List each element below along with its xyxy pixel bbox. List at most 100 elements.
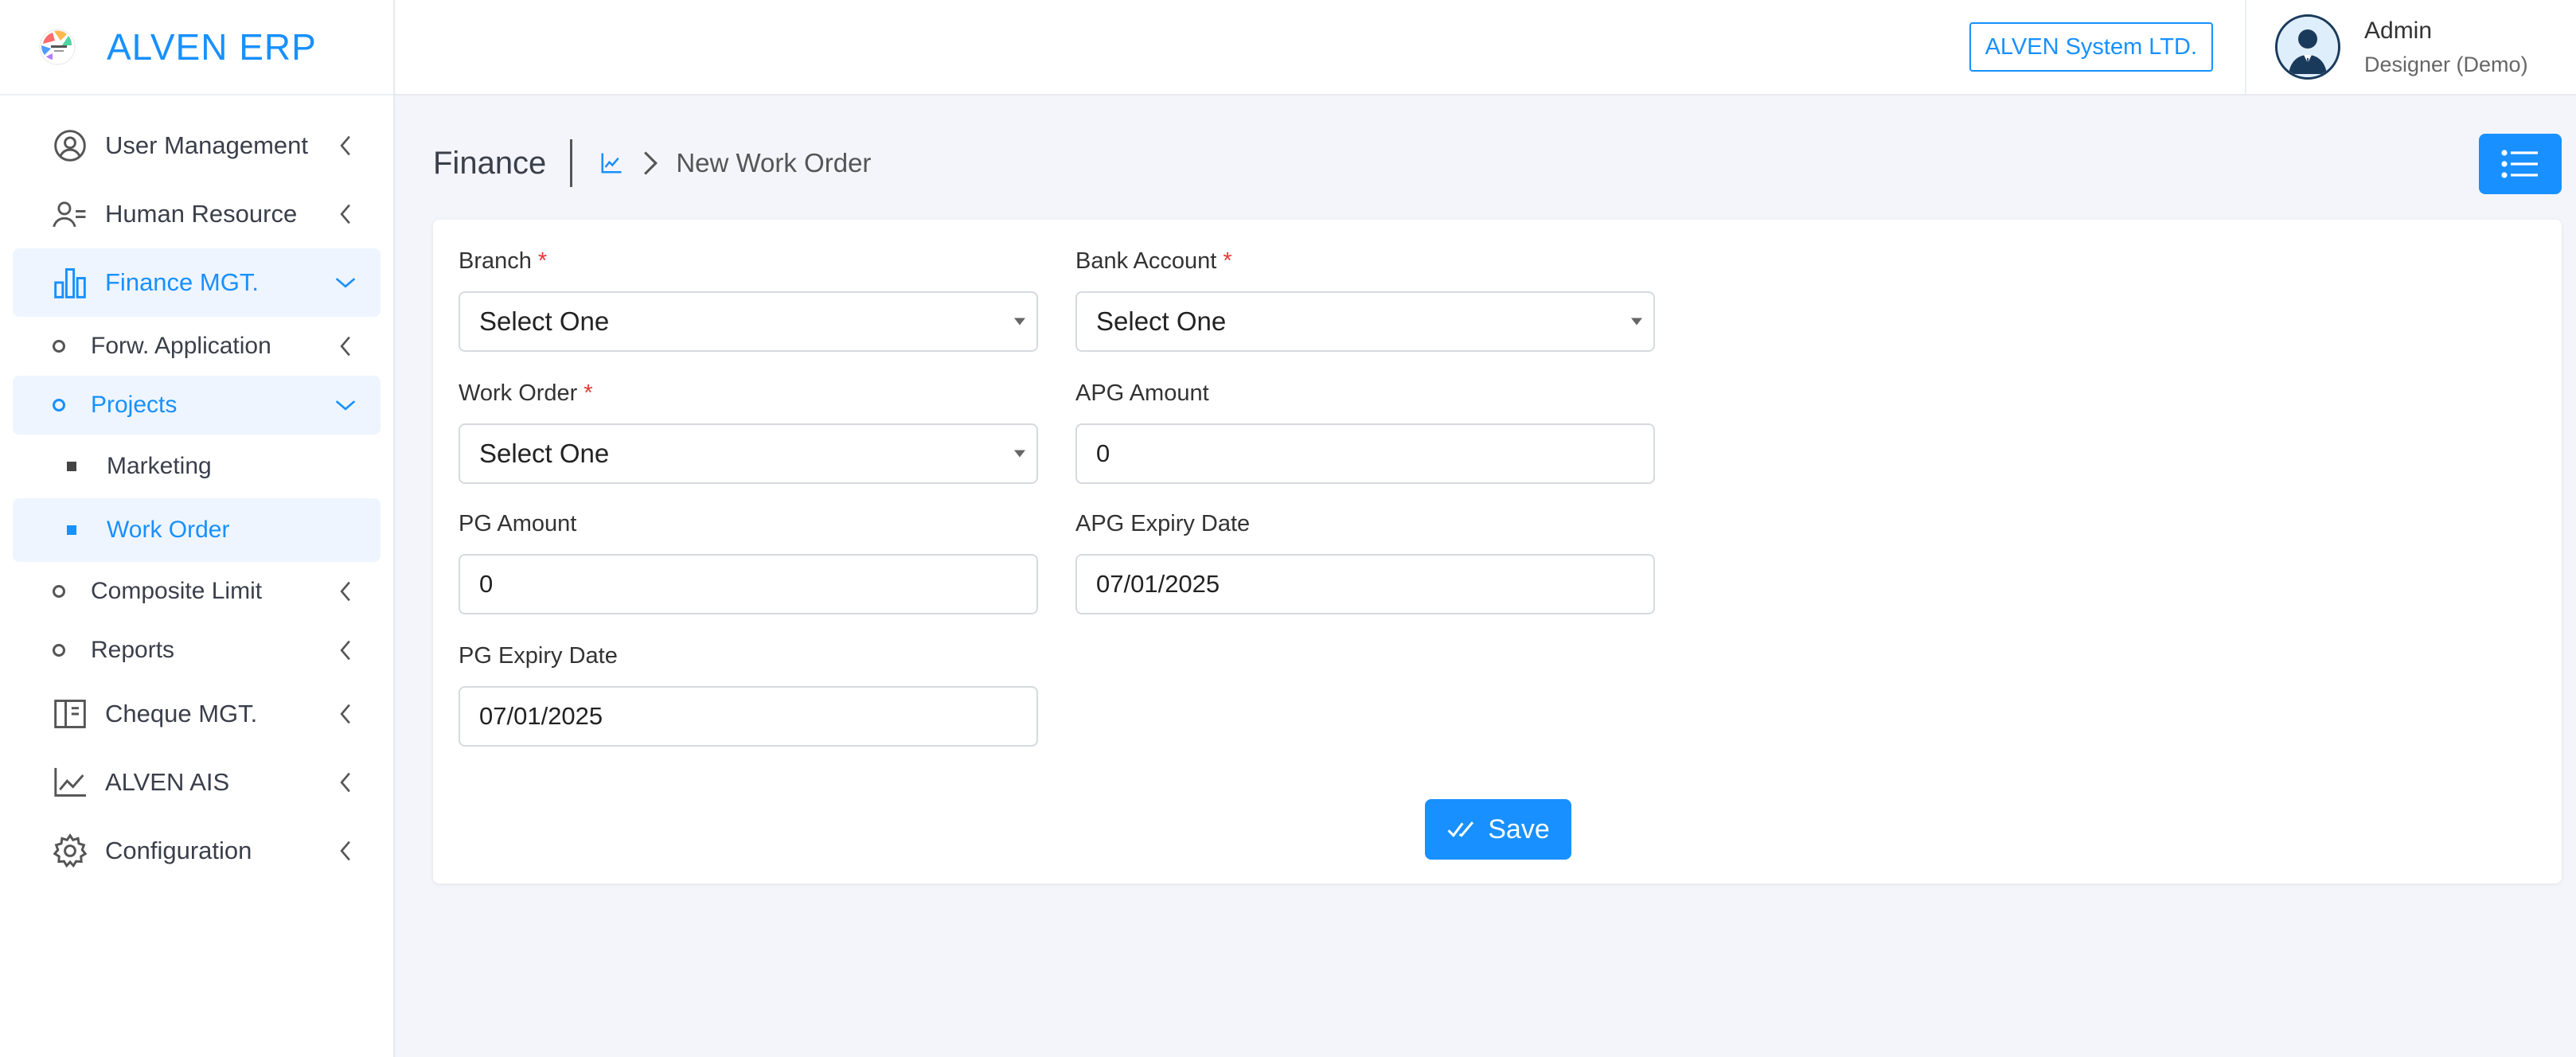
page-title: Finance (433, 139, 573, 187)
list-icon (2501, 150, 2538, 178)
sidebar-item-label: Reports (91, 637, 175, 663)
chevron-left-icon (334, 335, 357, 357)
sidebar-item-user-management[interactable]: User Management (13, 111, 381, 180)
work-order-select[interactable]: Select One (459, 423, 1038, 484)
sidebar-item-configuration[interactable]: Configuration (13, 817, 381, 885)
avatar (2275, 14, 2340, 80)
work-order-field: Work Order * Select One (459, 380, 1038, 484)
sidebar-item-label: Marketing (107, 453, 212, 479)
chevron-down-icon (334, 271, 357, 294)
chevron-left-icon (334, 203, 357, 225)
user-name: Admin (2364, 17, 2433, 44)
sidebar-item-alven-ais[interactable]: ALVEN AIS (13, 748, 381, 817)
brand[interactable]: ALVEN ERP (0, 0, 393, 96)
sidebar-item-label: Composite Limit (91, 578, 263, 604)
caret-down-icon (1014, 450, 1025, 458)
sidebar-item-finance-mgt[interactable]: Finance MGT. (13, 248, 381, 317)
required-mark: * (537, 248, 548, 274)
apg-amount-value: 0 (1096, 439, 1110, 467)
apg-amount-label: APG Amount (1075, 380, 1209, 406)
user-menu[interactable]: Admin Designer (Demo) (2245, 0, 2576, 94)
user-info: Admin Designer (Demo) (2364, 18, 2528, 77)
branch-select-value: Select One (479, 306, 610, 336)
double-check-icon (1447, 821, 1474, 837)
sidebar-item-label: Cheque MGT. (105, 700, 258, 727)
chart-icon[interactable] (599, 151, 623, 175)
save-button-label: Save (1488, 813, 1550, 844)
chevron-left-icon (334, 135, 357, 157)
sidebar-item-label: Projects (91, 392, 178, 418)
apg-expiry-date-value: 07/01/2025 (1096, 570, 1220, 598)
list-view-button[interactable] (2479, 134, 2562, 194)
sidebar-item-label: Work Order (107, 517, 230, 543)
brand-name: ALVEN ERP (107, 26, 317, 68)
circle-icon (53, 644, 65, 657)
breadcrumb-current: New Work Order (676, 148, 872, 177)
page-header: Finance New Work Order (433, 137, 871, 189)
book-icon (51, 695, 89, 733)
circle-icon (53, 399, 65, 411)
sidebar-item-forw-application[interactable]: Forw. Application (13, 317, 381, 376)
required-mark: * (584, 380, 593, 406)
sidebar-item-label: User Management (105, 131, 309, 159)
bank-account-select-value: Select One (1096, 306, 1227, 336)
circle-icon (53, 340, 65, 353)
pg-expiry-date-value: 07/01/2025 (479, 702, 603, 730)
chevron-right-icon (644, 151, 658, 175)
work-order-label: Work Order * (459, 380, 593, 406)
branch-select[interactable]: Select One (459, 291, 1038, 352)
apg-amount-field: APG Amount 0 (1075, 380, 1655, 484)
pg-expiry-date-input[interactable]: 07/01/2025 (459, 686, 1038, 747)
chevron-left-icon (334, 771, 357, 794)
users-icon (51, 195, 89, 233)
chevron-left-icon (334, 703, 357, 725)
user-role: Designer (Demo) (2364, 52, 2528, 76)
sidebar-item-cheque-mgt[interactable]: Cheque MGT. (13, 680, 381, 748)
sidebar-item-label: ALVEN AIS (105, 768, 230, 796)
user-circle-icon (51, 127, 89, 165)
sidebar-item-reports[interactable]: Reports (13, 621, 381, 680)
chevron-left-icon (334, 840, 357, 862)
apg-expiry-date-input[interactable]: 07/01/2025 (1075, 554, 1655, 614)
sidebar-item-label: Configuration (105, 837, 252, 864)
sidebar-item-marketing[interactable]: Marketing (13, 435, 381, 498)
sidebar-item-label: Forw. Application (91, 333, 271, 359)
caret-down-icon (1631, 318, 1642, 326)
branch-field: Branch * Select One (459, 248, 1038, 352)
circle-icon (53, 585, 65, 598)
bank-account-field: Bank Account * Select One (1075, 248, 1655, 352)
pg-amount-input[interactable]: 0 (459, 554, 1038, 614)
caret-down-icon (1014, 318, 1025, 326)
brand-logo-icon (39, 29, 76, 65)
pg-amount-label: PG Amount (459, 511, 577, 536)
sidebar-item-label: Finance MGT. (105, 268, 259, 296)
bar-chart-icon (51, 263, 89, 302)
work-order-select-value: Select One (479, 439, 610, 468)
square-bullet-icon (67, 525, 76, 535)
required-mark: * (1223, 248, 1232, 274)
sidebar: ALVEN ERP User Management Human Resource… (0, 0, 395, 1057)
chevron-down-icon (334, 394, 357, 416)
save-button[interactable]: Save (1425, 799, 1571, 860)
branch-label: Branch * (459, 248, 548, 274)
bank-account-select[interactable]: Select One (1075, 291, 1655, 352)
pg-expiry-date-field: PG Expiry Date 07/01/2025 (459, 643, 1038, 747)
sidebar-item-projects[interactable]: Projects (13, 376, 381, 435)
gear-icon (51, 832, 89, 870)
line-chart-icon (51, 763, 89, 802)
pg-expiry-date-label: PG Expiry Date (459, 643, 618, 669)
sidebar-item-label: Human Resource (105, 200, 298, 228)
top-header: ALVEN System LTD. Admin Designer (Demo) (395, 0, 2576, 96)
sidebar-item-composite-limit[interactable]: Composite Limit (13, 562, 381, 621)
pg-amount-field: PG Amount 0 (459, 511, 1038, 614)
chevron-left-icon (334, 639, 357, 661)
sidebar-item-work-order[interactable]: Work Order (13, 498, 381, 562)
sidebar-nav: User Management Human Resource Finance M… (0, 96, 393, 885)
bank-account-label: Bank Account * (1075, 248, 1232, 274)
company-badge[interactable]: ALVEN System LTD. (1969, 22, 2213, 72)
work-order-form-card: Branch * Select One Bank Account * Select … (433, 220, 2562, 883)
apg-expiry-date-label: APG Expiry Date (1075, 511, 1251, 536)
sidebar-item-human-resource[interactable]: Human Resource (13, 180, 381, 248)
apg-amount-input[interactable]: 0 (1075, 423, 1655, 484)
square-bullet-icon (67, 462, 76, 471)
